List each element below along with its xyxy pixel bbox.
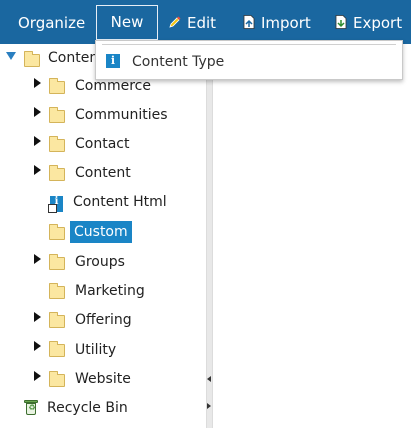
expand-arrow-icon[interactable] (34, 341, 41, 351)
folder-icon (49, 78, 65, 94)
folder-icon (49, 165, 65, 181)
tree-item-offering[interactable]: Offering (75, 308, 132, 332)
expand-arrow-icon[interactable] (34, 254, 41, 264)
new-button[interactable]: New (96, 5, 158, 40)
folder-icon (24, 51, 40, 67)
collapse-arrow-icon[interactable] (6, 52, 16, 60)
tree-item-website[interactable]: Website (75, 367, 131, 391)
tree-item-content[interactable]: Content (75, 161, 131, 185)
expand-arrow-icon[interactable] (34, 165, 41, 175)
content-item-icon: i (48, 196, 64, 213)
export-icon (335, 14, 347, 29)
folder-icon (49, 107, 65, 123)
collapse-left-icon[interactable] (207, 376, 211, 382)
organize-button[interactable]: Organize (18, 6, 85, 40)
expand-arrow-icon[interactable] (34, 107, 41, 117)
pane-splitter[interactable] (206, 44, 213, 428)
folder-icon (49, 254, 65, 270)
folder-icon (49, 312, 65, 328)
expand-arrow-icon[interactable] (34, 312, 41, 322)
folder-icon (49, 224, 65, 240)
toolbar: Organize New Edit Import Export (0, 0, 411, 44)
expand-right-icon[interactable] (207, 403, 211, 409)
folder-icon (49, 283, 65, 299)
pencil-icon (169, 16, 181, 28)
info-icon: i (106, 54, 120, 68)
menu-item-content-type[interactable]: i Content Type (106, 52, 224, 72)
tree-item-marketing[interactable]: Marketing (75, 279, 145, 303)
edit-label: Edit (187, 14, 217, 32)
folder-icon (49, 136, 65, 152)
import-icon (243, 14, 255, 29)
tree-item-content-html[interactable]: Content Html (73, 190, 167, 214)
expand-arrow-icon[interactable] (34, 78, 41, 88)
folder-icon (49, 341, 65, 357)
tree-root-label[interactable]: Conten (48, 46, 98, 70)
tree-item-recycle-bin[interactable]: Recycle Bin (47, 396, 128, 420)
recycle-bin-icon (24, 400, 38, 416)
tree-item-custom[interactable]: Custom (70, 221, 132, 243)
tree-item-contact[interactable]: Contact (75, 132, 129, 156)
content-tree-pane: Conten Commerce Communities Contact Cont… (0, 44, 206, 428)
new-dropdown-menu: i Content Type (95, 40, 403, 80)
tree-item-communities[interactable]: Communities (75, 103, 168, 127)
expand-arrow-icon[interactable] (34, 136, 41, 146)
tree-item-groups[interactable]: Groups (75, 250, 125, 274)
menu-divider (102, 44, 396, 45)
export-label: Export (353, 14, 403, 32)
menu-item-label: Content Type (132, 54, 225, 70)
edit-button[interactable]: Edit (169, 6, 216, 40)
import-button[interactable]: Import (243, 6, 311, 40)
import-label: Import (261, 14, 311, 32)
tree-item-utility[interactable]: Utility (75, 338, 116, 362)
export-button[interactable]: Export (335, 6, 402, 40)
expand-arrow-icon[interactable] (34, 371, 41, 381)
folder-icon (49, 371, 65, 387)
